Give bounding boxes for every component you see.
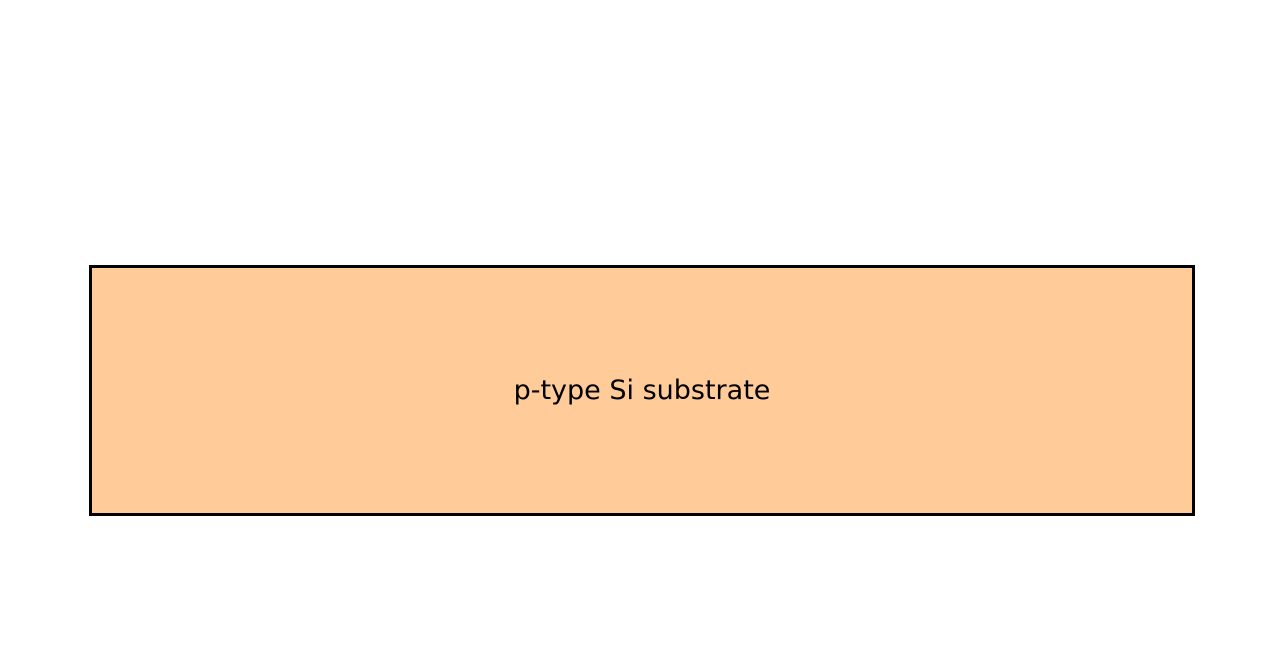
diagram-canvas: p-type Si substrate <box>0 0 1280 656</box>
substrate-layer: p-type Si substrate <box>89 265 1195 516</box>
substrate-label: p-type Si substrate <box>513 375 771 406</box>
